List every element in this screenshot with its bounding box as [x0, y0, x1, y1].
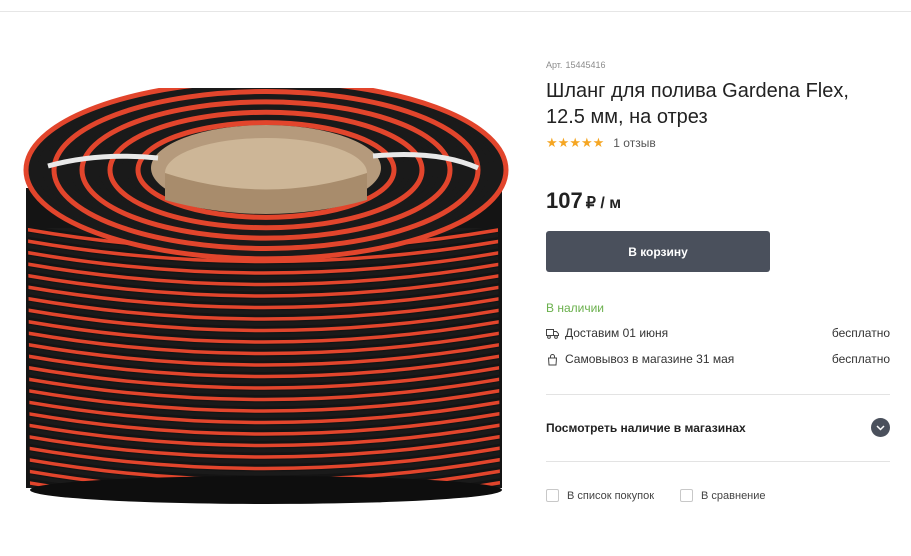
star-icon: ★ — [592, 135, 605, 150]
compare-label: В сравнение — [701, 489, 766, 502]
star-icon: ★ — [569, 135, 581, 150]
stores-availability-label: Посмотреть наличие в магазинах — [546, 420, 746, 435]
rating[interactable]: ★ ★ ★ ★ ★ 1 отзыв — [546, 136, 656, 151]
shopping-list-checkbox[interactable]: В список покупок — [546, 489, 654, 502]
truck-icon — [546, 327, 559, 340]
pickup-cost: бесплатно — [831, 352, 890, 366]
stock-status: В наличии — [546, 301, 605, 315]
divider — [546, 394, 890, 395]
reviews-link[interactable]: 1 отзыв — [613, 136, 655, 150]
shopping-list-label: В список покупок — [567, 489, 655, 502]
price: 107 ₽ / м — [546, 188, 621, 214]
pickup-text: Самовывоз в магазине 31 мая — [565, 352, 735, 366]
star-icon: ★ — [557, 135, 570, 150]
star-icon: ★ — [580, 135, 593, 150]
hose-coil-image — [23, 78, 509, 504]
delivery-text: Доставим 01 июня — [565, 326, 669, 340]
bag-icon — [546, 353, 559, 366]
sku: Арт. 15445416 — [546, 60, 605, 70]
sku-value: 15445416 — [565, 60, 606, 70]
product-image[interactable] — [18, 78, 518, 508]
divider — [546, 461, 890, 462]
extra-actions: В список покупок В сравнение — [546, 489, 792, 502]
product-title: Шланг для полива Gardena Flex, 12.5 мм, … — [546, 80, 849, 128]
stores-availability-toggle[interactable]: Посмотреть наличие в магазинах — [546, 418, 890, 437]
price-value: 107 — [546, 188, 583, 213]
delivery-row: Доставим 01 июня бесплатно — [546, 325, 890, 341]
checkbox-box[interactable] — [546, 489, 559, 502]
delivery-cost: бесплатно — [831, 326, 890, 340]
header-divider — [0, 11, 911, 12]
pickup-row: Самовывоз в магазине 31 мая бесплатно — [546, 351, 890, 367]
sku-label: Арт. — [546, 60, 563, 70]
rating-stars: ★ ★ ★ ★ ★ — [546, 136, 604, 150]
chevron-down-icon[interactable] — [871, 418, 890, 437]
compare-checkbox[interactable]: В сравнение — [680, 489, 766, 502]
checkbox-box[interactable] — [680, 489, 694, 502]
add-to-cart-button[interactable]: В корзину — [546, 231, 770, 272]
star-icon: ★ — [546, 135, 558, 150]
price-unit: ₽ / м — [585, 195, 622, 212]
